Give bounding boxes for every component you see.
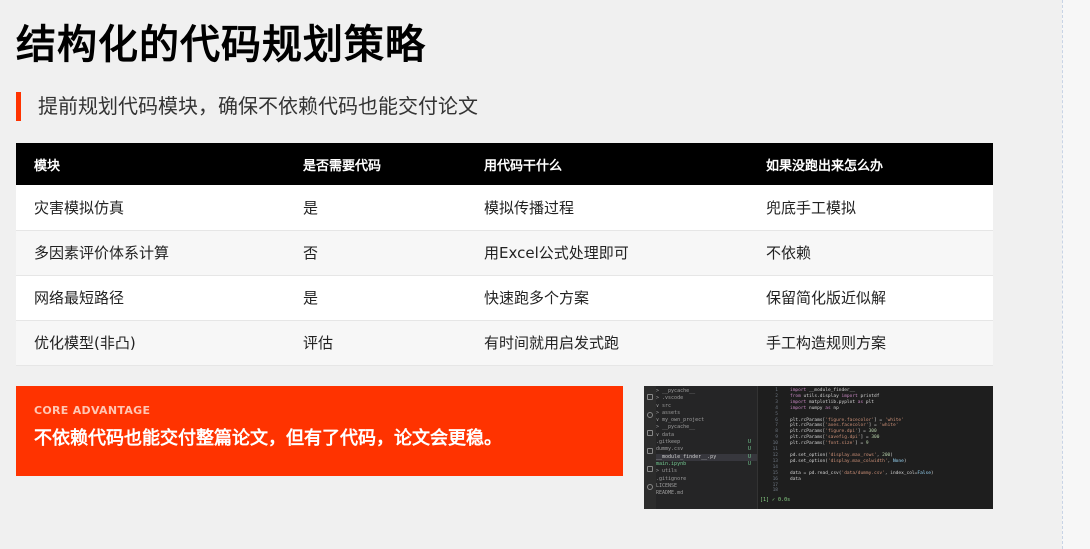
table-cell: 评估	[285, 320, 466, 366]
explorer-item[interactable]: .gitkeep U	[656, 439, 757, 446]
slide: 结构化的代码规划策略 提前规划代码模块，确保不依赖代码也能交付论文 模块 是否需…	[0, 0, 1062, 549]
table-header-fallback: 如果没跑出来怎么办	[748, 143, 993, 185]
explorer-item-label: ∨ src	[656, 402, 672, 409]
file-explorer: > __pycache__ > .vscode ∨ src > assets ∨ m…	[656, 386, 757, 509]
core-advantage-callout: CORE ADVANTAGE 不依赖代码也能交付整篇论文，但有了代码，论文会更稳…	[16, 386, 623, 476]
explorer-item[interactable]: ∨ data	[656, 432, 757, 439]
explorer-item-label: > __pycache__	[656, 424, 696, 431]
explorer-item-label: ∨ my_own_project	[656, 417, 705, 424]
explorer-item[interactable]: ∨ src	[656, 403, 757, 410]
table-cell: 有时间就用启发式跑	[466, 320, 748, 366]
table-cell: 否	[285, 230, 466, 276]
search-icon	[647, 412, 653, 418]
source-control-icon	[647, 430, 653, 436]
table-cell: 优化模型(非凸)	[16, 320, 285, 366]
table-cell: 兜底手工模拟	[748, 185, 993, 231]
explorer-item-label: > assets	[656, 409, 681, 416]
explorer-item[interactable]: > __pycache__	[656, 424, 757, 431]
run-debug-icon	[647, 448, 653, 454]
subtitle-accent-bar	[16, 92, 21, 121]
page-edge	[1062, 0, 1090, 549]
table-row: 灾害模拟仿真 是 模拟传播过程 兜底手工模拟	[16, 185, 993, 231]
table-header-need-code: 是否需要代码	[285, 143, 466, 185]
table-cell: 用Excel公式处理即可	[466, 230, 748, 276]
explorer-item-label: main.ipynb	[656, 460, 687, 467]
table-row: 优化模型(非凸) 评估 有时间就用启发式跑 手工构造规则方案	[16, 320, 993, 366]
explorer-item-label: dummy.csv	[656, 446, 684, 453]
table-cell: 模拟传播过程	[466, 185, 748, 231]
explorer-item-label: README.md	[656, 490, 684, 497]
explorer-item[interactable]: README.md	[656, 490, 757, 497]
table-cell: 网络最短路径	[16, 275, 285, 321]
table-row: 多因素评价体系计算 否 用Excel公式处理即可 不依赖	[16, 230, 993, 276]
table-header-row: 模块 是否需要代码 用代码干什么 如果没跑出来怎么办	[16, 143, 993, 185]
explorer-item-label: ∨ data	[656, 431, 675, 438]
activity-bar	[644, 386, 656, 509]
table-cell: 是	[285, 275, 466, 321]
explorer-item-label: .gitignore	[656, 475, 687, 482]
page-title: 结构化的代码规划策略	[16, 22, 426, 68]
code-content: import __module_finder__ from utils.displ…	[790, 388, 990, 494]
explorer-item[interactable]: > utils	[656, 468, 757, 475]
code-editor-screenshot: > __pycache__ > .vscode ∨ src > assets ∨ m…	[644, 386, 993, 509]
table-cell: 快速跑多个方案	[466, 275, 748, 321]
cell-status: [1] ✓ 0.0s	[760, 497, 791, 503]
explorer-item[interactable]: ∨ my_own_project	[656, 417, 757, 424]
git-status-badge: U	[747, 460, 751, 467]
table-cell: 不依赖	[748, 230, 993, 276]
explorer-item[interactable]: dummy.csv U	[656, 446, 757, 453]
explorer-item[interactable]: __module_finder__.py U	[656, 453, 757, 461]
explorer-item[interactable]: > __pycache__	[656, 388, 757, 395]
code-plan-table: 模块 是否需要代码 用代码干什么 如果没跑出来怎么办 灾害模拟仿真 是 模拟传播…	[16, 143, 993, 366]
table-cell: 多因素评价体系计算	[16, 230, 285, 276]
explorer-item-label: __module_finder__.py	[656, 453, 717, 460]
git-status-badge: U	[747, 446, 751, 453]
line-number: 18	[772, 488, 778, 494]
table-cell: 保留简化版近似解	[748, 275, 993, 321]
files-icon	[647, 394, 653, 400]
git-status-badge: U	[747, 453, 751, 460]
table-header-module: 模块	[16, 143, 285, 185]
table-cell: 灾害模拟仿真	[16, 185, 285, 231]
table-row: 网络最短路径 是 快速跑多个方案 保留简化版近似解	[16, 275, 993, 321]
explorer-item-label: > utils	[656, 468, 678, 475]
docker-icon	[647, 484, 653, 490]
explorer-item-label: .gitkeep	[656, 439, 681, 446]
explorer-item[interactable]: > .vscode	[656, 395, 757, 402]
explorer-item[interactable]: > assets	[656, 410, 757, 417]
table-cell: 是	[285, 185, 466, 231]
explorer-item[interactable]: main.ipynb U	[656, 461, 757, 468]
table-header-code-purpose: 用代码干什么	[466, 143, 748, 185]
callout-text: 不依赖代码也能交付整篇论文，但有了代码，论文会更稳。	[34, 428, 502, 449]
line-numbers: 1 2 3 4 5 6 7 8 9 10 11 12 13 14 15 16 17 18	[758, 388, 778, 494]
code-editor: 1 2 3 4 5 6 7 8 9 10 11 12 13 14 15 16 17 18 import __mod…	[757, 386, 993, 509]
explorer-item-label: > __pycache__	[656, 388, 696, 394]
explorer-item-label: LICENSE	[656, 482, 678, 489]
callout-label: CORE ADVANTAGE	[34, 404, 151, 417]
table-cell: 手工构造规则方案	[748, 320, 993, 366]
explorer-item[interactable]: .gitignore	[656, 476, 757, 483]
explorer-item[interactable]: LICENSE	[656, 483, 757, 490]
explorer-item-label: > .vscode	[656, 395, 684, 402]
git-status-badge: U	[747, 439, 751, 446]
page-subtitle: 提前规划代码模块，确保不依赖代码也能交付论文	[38, 94, 478, 118]
extensions-icon	[647, 466, 653, 472]
